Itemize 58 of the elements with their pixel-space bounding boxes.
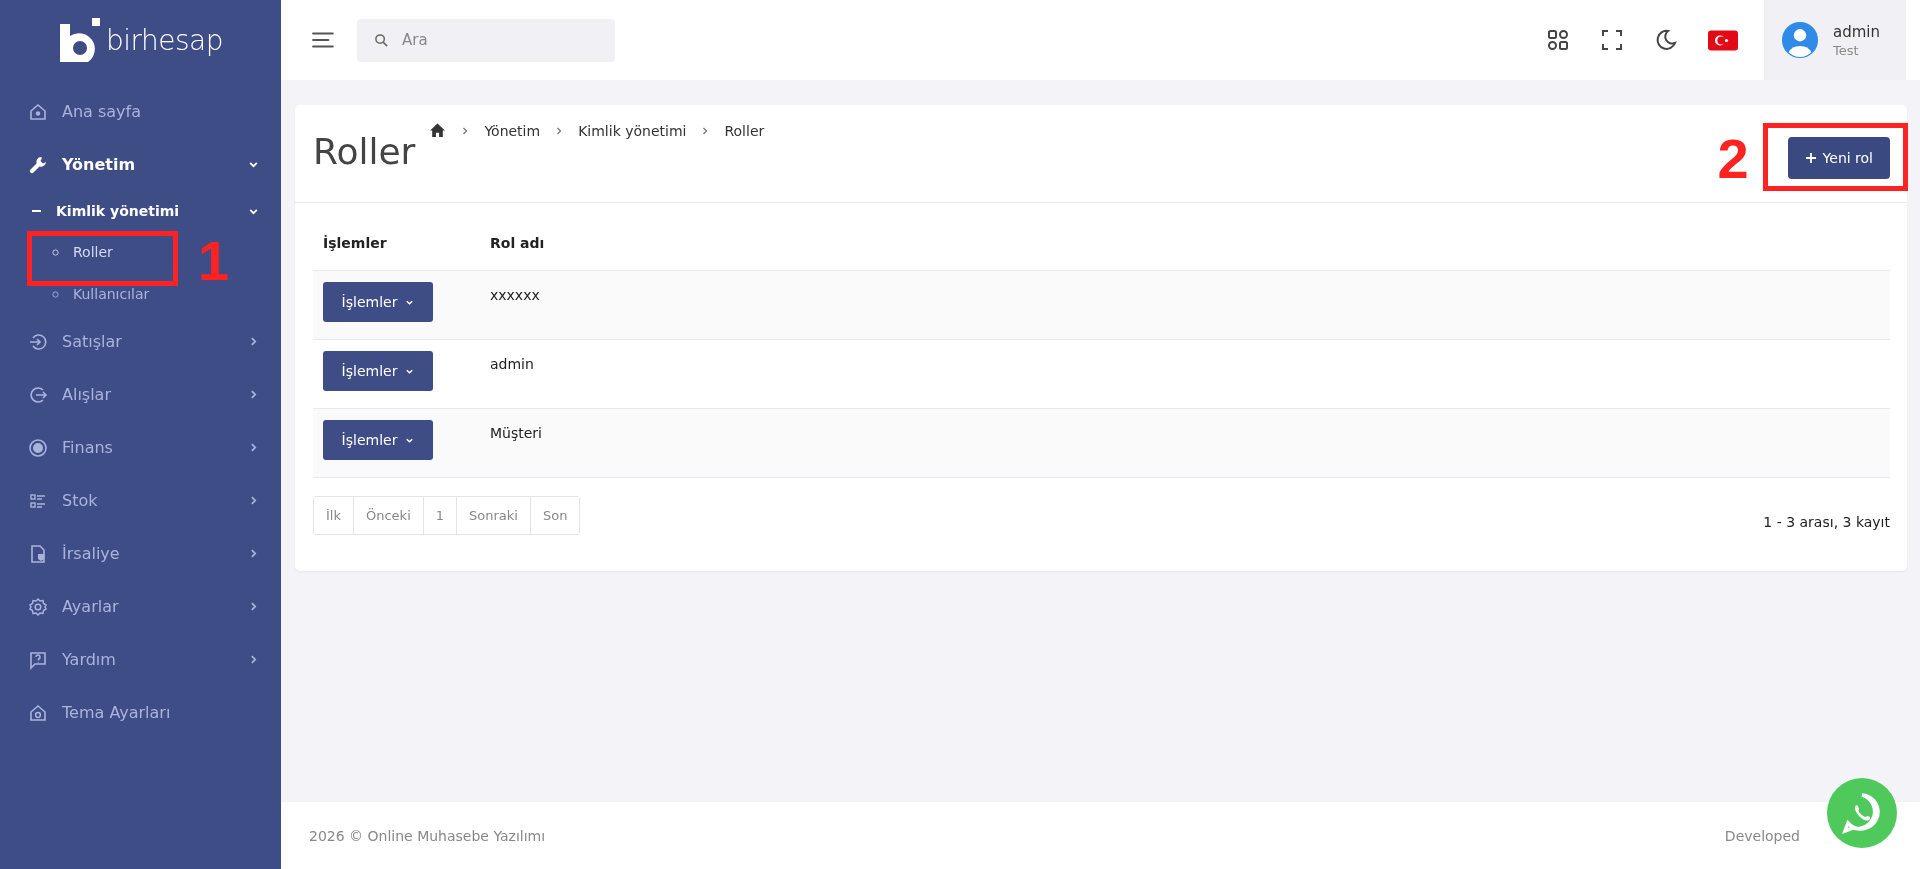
sign-in-icon <box>28 331 48 352</box>
sidebar-item[interactable]: Ayarlar <box>0 580 281 633</box>
circle-icon <box>52 248 59 256</box>
plus-icon <box>1804 152 1817 164</box>
dash-icon <box>32 209 42 213</box>
sidebar-item[interactable]: Alışlar <box>0 368 281 421</box>
actions-dropdown-button[interactable]: İşlemler <box>323 351 433 391</box>
user-menu[interactable]: admin Test <box>1764 0 1906 80</box>
home-icon <box>28 702 48 723</box>
user-name: admin <box>1833 22 1880 41</box>
wrench-icon <box>28 154 48 175</box>
logo-text: birhesap <box>105 23 224 57</box>
page-title: Roller <box>313 130 416 170</box>
settings-icon <box>28 596 48 617</box>
circle-icon <box>52 290 59 298</box>
new-role-button[interactable]: Yeni rol <box>1787 137 1890 179</box>
sidebar-item[interactable]: Tema Ayarları <box>0 686 281 739</box>
breadcrumb-current: Roller <box>724 122 765 139</box>
sidebar-item[interactable]: Ana sayfa <box>0 85 281 138</box>
moon-icon[interactable] <box>1654 28 1678 52</box>
actions-dropdown-button[interactable]: İşlemler <box>323 282 433 322</box>
step-number: 2 <box>1717 131 1749 187</box>
table-cell: xxxxxx <box>490 287 540 303</box>
document-icon <box>28 543 48 564</box>
sidebar-subitem[interactable]: Kullanıcılar <box>0 286 150 302</box>
credit-text: Developed <box>1724 827 1800 844</box>
sidebar-item[interactable]: Finans <box>0 421 281 474</box>
record-count: 1 - 3 arası, 3 kayıt <box>1763 513 1890 530</box>
sidebar-subitem[interactable]: Kimlik yönetimi <box>0 191 281 231</box>
flag-icon[interactable] <box>1708 29 1738 51</box>
user-role: Test <box>1833 42 1860 58</box>
avatar-icon <box>1781 21 1819 59</box>
breadcrumb-link[interactable]: Yönetim <box>484 122 541 139</box>
search-icon <box>374 32 389 48</box>
search-field[interactable]: Ara <box>357 18 615 62</box>
sidebar-item[interactable]: Stok <box>0 474 281 527</box>
breadcrumb-link[interactable]: Kimlik yönetimi <box>578 122 687 139</box>
sidebar-subitem[interactable]: Roller <box>0 244 113 260</box>
step-number: 1 <box>198 233 230 289</box>
home-icon <box>28 101 48 122</box>
table-cell: admin <box>490 356 534 372</box>
sidebar-item[interactable]: Satışlar <box>0 315 281 368</box>
apps-icon[interactable] <box>1546 28 1570 52</box>
pagination-button[interactable]: İlk <box>314 497 354 534</box>
sidebar-item[interactable]: Yardım <box>0 633 281 686</box>
sidebar-item[interactable]: Yönetim <box>0 138 281 191</box>
sign-out-icon <box>28 384 48 405</box>
column-header: İşlemler <box>323 234 387 251</box>
home-icon[interactable] <box>429 122 447 139</box>
coin-icon <box>28 437 48 458</box>
sidebar-item[interactable]: İrsaliye <box>0 527 281 580</box>
logo-icon <box>57 18 102 62</box>
copyright-text: 2026 © Online Muhasebe Yazılımı <box>309 827 546 844</box>
table-cell: Müşteri <box>490 425 542 441</box>
fullscreen-icon[interactable] <box>1600 28 1624 52</box>
help-icon <box>28 649 48 670</box>
column-header: Rol adı <box>490 234 545 251</box>
actions-dropdown-button[interactable]: İşlemler <box>323 420 433 460</box>
